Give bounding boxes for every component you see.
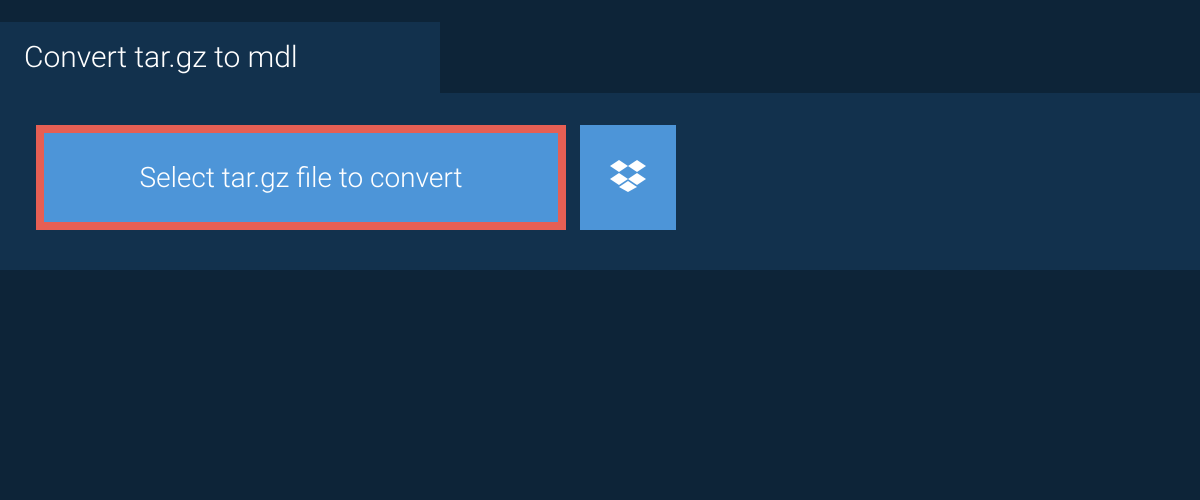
dropbox-icon (610, 160, 646, 196)
select-file-label: Select tar.gz file to convert (140, 161, 463, 194)
select-file-button[interactable]: Select tar.gz file to convert (36, 125, 566, 230)
conversion-panel: Select tar.gz file to convert (0, 93, 1200, 270)
tab-bar: Convert tar.gz to mdl (0, 0, 1200, 93)
tab-convert[interactable]: Convert tar.gz to mdl (0, 22, 440, 93)
tab-title: Convert tar.gz to mdl (24, 40, 298, 75)
file-select-row: Select tar.gz file to convert (36, 125, 1164, 230)
dropbox-button[interactable] (580, 125, 676, 230)
